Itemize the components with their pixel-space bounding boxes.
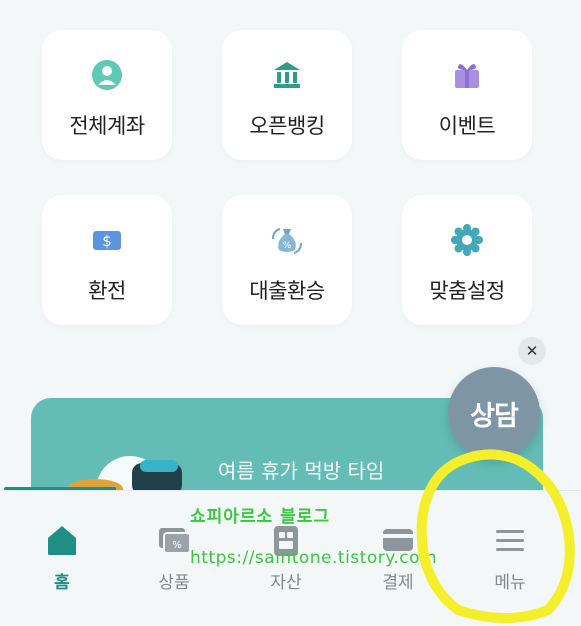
tab-label: 상품 xyxy=(158,573,190,593)
banner-title: 여름 휴가 먹방 타임 xyxy=(218,459,385,483)
gift-icon xyxy=(455,64,479,88)
dollar-bill-icon: $ xyxy=(93,231,121,250)
watermark-url: https://saintone.tistory.com xyxy=(190,548,438,568)
bank-icon xyxy=(274,62,300,88)
tab-home[interactable]: 홈 xyxy=(17,522,107,602)
tab-label: 메뉴 xyxy=(494,573,526,593)
tile-loan-transfer[interactable]: % 대출환승 xyxy=(222,195,352,325)
tile-label: 환전 xyxy=(88,279,126,303)
close-icon: ✕ xyxy=(525,342,539,360)
svg-text:%: % xyxy=(172,540,182,551)
tile-custom-settings[interactable]: 맞춤설정 xyxy=(402,195,532,325)
consult-button[interactable]: 상담 xyxy=(448,367,540,459)
tab-label: 결제 xyxy=(382,573,414,593)
tile-label: 오픈뱅킹 xyxy=(249,114,325,138)
product-icon: % xyxy=(159,528,191,554)
home-icon xyxy=(48,526,76,555)
tile-label: 맞춤설정 xyxy=(429,279,505,303)
watermark-blog-name: 쇼피아르소 블로그 xyxy=(190,507,331,527)
svg-text:$: $ xyxy=(102,232,112,250)
svg-text:%: % xyxy=(283,241,292,251)
tile-event[interactable]: 이벤트 xyxy=(402,30,532,160)
tile-label: 전체계좌 xyxy=(69,114,145,138)
tile-open-banking[interactable]: 오픈뱅킹 xyxy=(222,30,352,160)
menu-icon xyxy=(496,530,524,551)
close-button[interactable]: ✕ xyxy=(518,337,546,365)
person-icon xyxy=(92,60,122,90)
consult-label: 상담 xyxy=(470,400,519,432)
gear-icon xyxy=(451,224,483,256)
tab-label: 자산 xyxy=(270,573,302,593)
tab-label: 홈 xyxy=(54,573,70,593)
money-bag-icon: % xyxy=(272,228,302,254)
tile-label: 대출환승 xyxy=(249,279,325,303)
tile-label: 이벤트 xyxy=(438,114,496,138)
tile-all-accounts[interactable]: 전체계좌 xyxy=(42,30,172,160)
tab-menu[interactable]: 메뉴 xyxy=(465,522,555,602)
tile-exchange[interactable]: $ 환전 xyxy=(42,195,172,325)
